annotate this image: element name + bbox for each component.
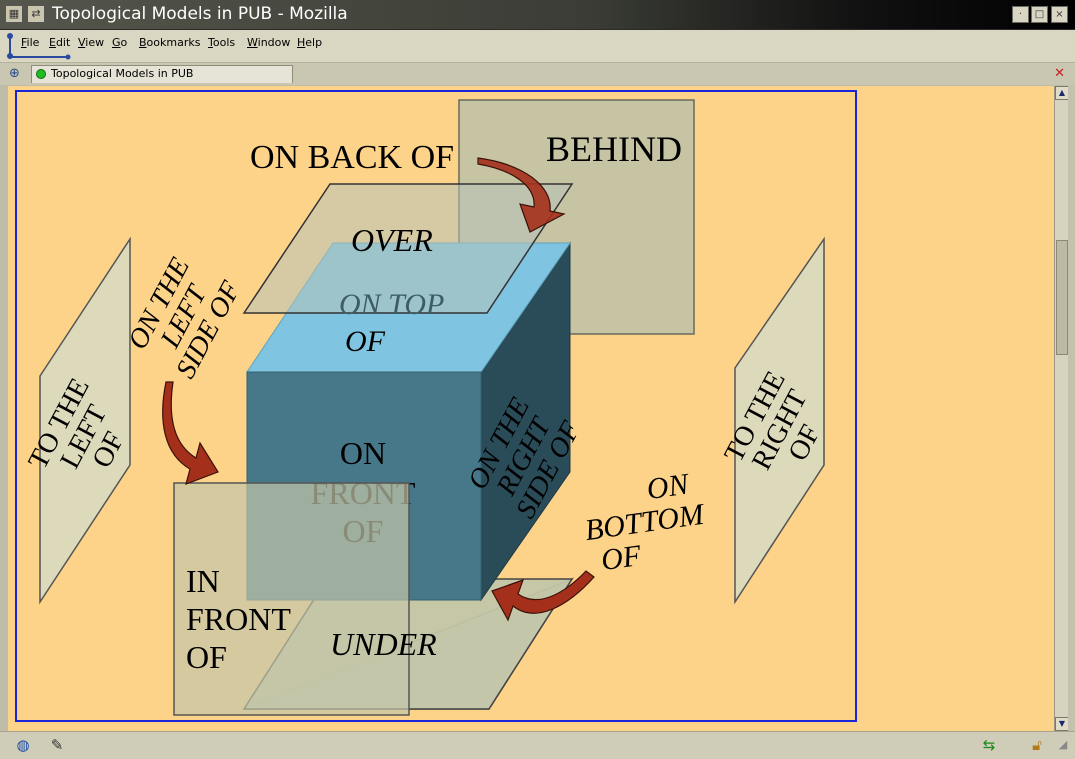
menu-tools[interactable]: Tools [208,36,235,50]
label-in-front-2: FRONT [186,601,291,637]
label-on-front-1: ON [340,435,386,471]
minimize-button[interactable]: · [1012,6,1029,23]
online-status-icon[interactable]: ⇆ [980,736,998,754]
menu-go[interactable]: Go [112,36,127,50]
menu-file[interactable]: File [21,36,39,50]
shade-icon[interactable]: ⇄ [27,5,45,23]
menu-window[interactable]: Window [247,36,290,50]
window-edge [1068,86,1075,731]
tab-status-icon [36,69,46,79]
label-in-front-1: IN [186,563,220,599]
new-tab-icon[interactable]: ⊕ [9,67,20,81]
menu-bookmarks[interactable]: Bookmarks [139,36,200,50]
title-bar: ▦ ⇄ Topological Models in PUB - Mozilla … [0,0,1075,30]
app-menu-icon[interactable]: ▦ [5,5,23,23]
page-content: BEHIND TO THE LEFT OF TO THE RIGHT OF OV… [8,86,1054,731]
label-over: OVER [351,222,433,258]
tab-label: Topological Models in PUB [51,67,194,80]
label-on-back-of: ON BACK OF [250,139,454,176]
scroll-thumb[interactable] [1056,240,1068,355]
close-tab-icon[interactable]: ✕ [1054,67,1065,81]
globe-icon[interactable]: ◍ [14,736,32,754]
label-in-front-3: OF [186,639,227,675]
status-bar: ◍ ✎ ⇆ 🔓︎ ◢ [0,731,1075,759]
in-front-panel [173,482,410,716]
label-on-top-2: OF [345,325,386,358]
label-behind: BEHIND [546,129,682,169]
tab-topological-models[interactable]: Topological Models in PUB [31,65,293,83]
menu-edit[interactable]: Edit [49,36,70,50]
vertical-scrollbar[interactable]: ▲ ▼ [1054,86,1069,731]
menu-view[interactable]: View [78,36,104,50]
label-on-bottom-2: BOTTOM [583,498,708,548]
menu-bar: File Edit View Go Bookmarks Tools Window… [0,30,1075,63]
scroll-down-icon[interactable]: ▼ [1055,717,1069,731]
tab-bar: ⊕ Topological Models in PUB ✕ [0,63,1075,85]
maximize-button[interactable]: □ [1031,6,1048,23]
security-lock-icon[interactable]: 🔓︎ [1028,736,1046,754]
label-on-bottom-3: OF [599,539,644,577]
compose-icon[interactable]: ✎ [48,736,66,754]
scroll-up-icon[interactable]: ▲ [1055,86,1069,100]
label-on-top-1: ON TOP [339,288,444,321]
close-button[interactable]: × [1051,6,1068,23]
topology-diagram: BEHIND TO THE LEFT OF TO THE RIGHT OF OV… [22,99,827,716]
toolbar-grip-line-icon [12,54,71,60]
arrow-on-left-side [162,381,219,485]
window-title: Topological Models in PUB - Mozilla [52,4,348,24]
menu-help[interactable]: Help [297,36,322,50]
resize-grip-icon[interactable]: ◢ [1054,736,1072,754]
label-under: UNDER [330,626,437,662]
